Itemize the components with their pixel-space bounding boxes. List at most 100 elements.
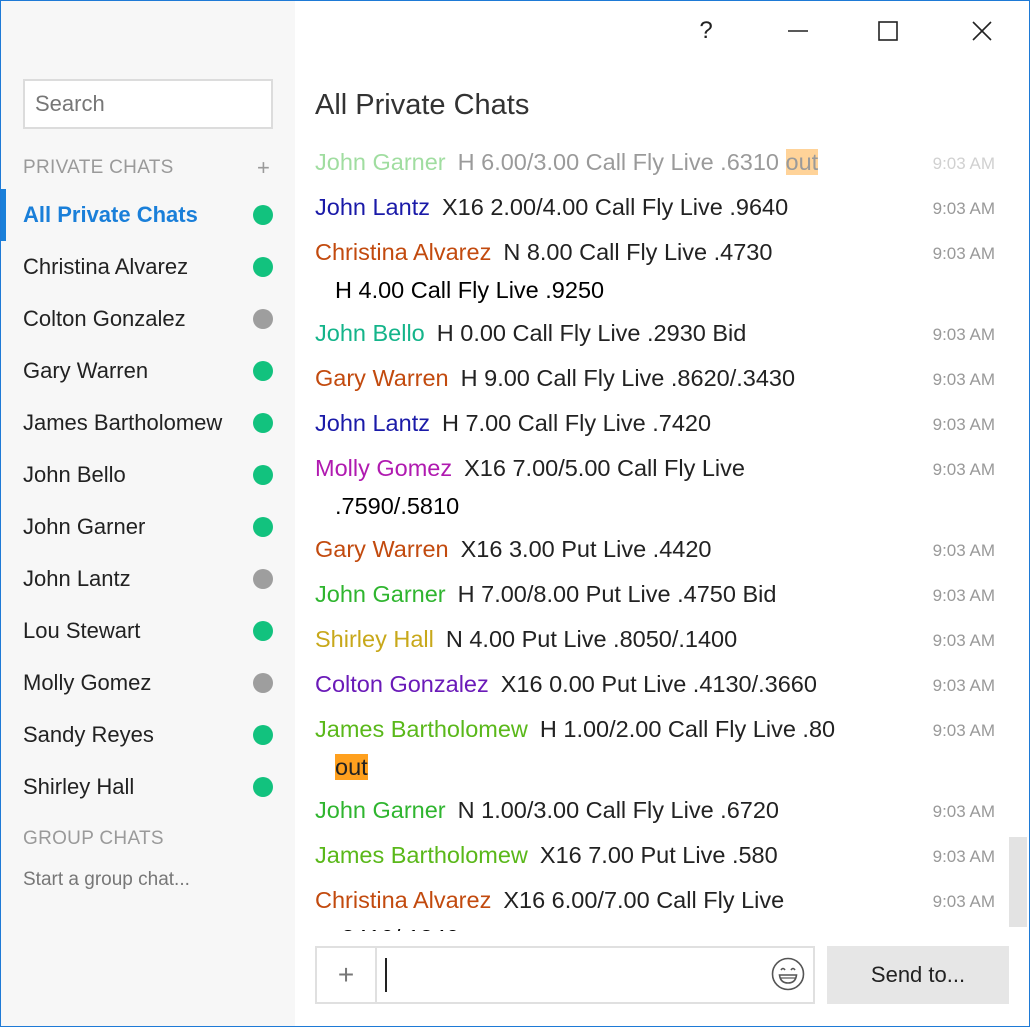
contact-name: Sandy Reyes (23, 722, 154, 747)
message-body: Christina Alvarez X16 6.00/7.00 Call Fly … (315, 881, 921, 931)
contact-name: John Bello (23, 462, 126, 487)
scrollbar-thumb[interactable] (1009, 837, 1027, 927)
message-sender[interactable]: James Bartholomew (315, 716, 528, 742)
search-input[interactable] (25, 81, 271, 127)
message-sender[interactable]: John Garner (315, 581, 446, 607)
contact-item[interactable]: Gary Warren (1, 345, 295, 397)
maximize-icon (878, 21, 898, 41)
message-body: Gary Warren H 9.00 Call Fly Live .8620/.3… (315, 359, 921, 397)
message-text-continued: .7590/.5810 (335, 493, 460, 519)
contact-item[interactable]: John Bello (1, 449, 295, 501)
message-text: N 4.00 Put Live .8050/.1400 (445, 626, 738, 652)
message-list[interactable]: John Garner H 6.00/3.00 Call Fly Live .63… (315, 141, 995, 931)
message-body: John Bello H 0.00 Call Fly Live .2930 Bid (315, 314, 921, 352)
emoji-icon[interactable] (771, 957, 805, 991)
contact-name: Gary Warren (23, 358, 149, 383)
start-group-chat-link[interactable]: Start a group chat... (23, 869, 190, 891)
close-button[interactable] (957, 11, 1007, 51)
message-row: Gary Warren H 9.00 Call Fly Live .8620/.3… (315, 357, 995, 402)
message-composer[interactable]: + (315, 946, 815, 1004)
message-timestamp: 9:03 AM (932, 721, 995, 740)
message-sender[interactable]: John Garner (315, 797, 446, 823)
message-sender[interactable]: Gary Warren (315, 365, 449, 391)
message-sender[interactable]: Colton Gonzalez (315, 671, 489, 697)
page-title: All Private Chats (315, 89, 530, 121)
contact-item[interactable]: Sandy Reyes (1, 709, 295, 761)
message-row: James Bartholomew H 1.00/2.00 Call Fly Li… (315, 708, 995, 789)
message-body: John Lantz H 7.00 Call Fly Live .7420 (315, 404, 921, 442)
contact-list: All Private Chats Christina Alvarez Colton… (1, 189, 295, 813)
status-dot-icon (253, 569, 273, 589)
message-text: H 9.00 Call Fly Live .8620/.3430 (460, 365, 796, 391)
message-text-continued: H 4.00 Call Fly Live .9250 (335, 277, 605, 303)
message-text: H 0.00 Call Fly Live .2930 Bid (436, 320, 747, 346)
help-button[interactable]: ? (681, 11, 731, 51)
message-timestamp: 9:03 AM (932, 541, 995, 560)
message-row: John Lantz H 7.00 Call Fly Live .7420 9:03… (315, 402, 995, 447)
contact-item[interactable]: All Private Chats (1, 189, 295, 241)
message-row: John Bello H 0.00 Call Fly Live .2930 Bid… (315, 312, 995, 357)
contact-item[interactable]: Shirley Hall (1, 761, 295, 813)
contact-item[interactable]: Lou Stewart (1, 605, 295, 657)
keyword-highlight: out (335, 754, 368, 780)
message-sender[interactable]: John Garner (315, 149, 446, 175)
status-dot-icon (253, 205, 273, 225)
message-timestamp: 9:03 AM (932, 460, 995, 479)
message-body: Colton Gonzalez X16 0.00 Put Live .4130/.… (315, 665, 921, 703)
text-cursor (385, 958, 387, 992)
message-row: John Lantz X16 2.00/4.00 Call Fly Live .9… (315, 186, 995, 231)
contact-name: Colton Gonzalez (23, 306, 186, 331)
message-sender[interactable]: John Lantz (315, 194, 430, 220)
message-text: X16 3.00 Put Live .4420 (460, 536, 712, 562)
message-sender[interactable]: Shirley Hall (315, 626, 434, 652)
message-sender[interactable]: Christina Alvarez (315, 887, 491, 913)
message-sender[interactable]: James Bartholomew (315, 842, 528, 868)
message-body: John Garner H 6.00/3.00 Call Fly Live .63… (315, 143, 921, 181)
contact-item[interactable]: John Lantz (1, 553, 295, 605)
contact-item[interactable]: James Bartholomew (1, 397, 295, 449)
message-body: James Bartholomew H 1.00/2.00 Call Fly Li… (315, 710, 921, 786)
message-text: N 1.00/3.00 Call Fly Live .6720 (457, 797, 779, 823)
message-text: N 8.00 Call Fly Live .4730 (503, 239, 773, 265)
message-sender[interactable]: John Bello (315, 320, 425, 346)
contact-item[interactable]: Christina Alvarez (1, 241, 295, 293)
sidebar: PRIVATE CHATS + All Private Chats Christi… (1, 1, 295, 1026)
message-text-continued: .3410/.1340 (315, 919, 909, 931)
message-sender[interactable]: John Lantz (315, 410, 430, 436)
minimize-icon (788, 30, 808, 32)
contact-name: Shirley Hall (23, 774, 135, 799)
message-row: James Bartholomew X16 7.00 Put Live .580 9… (315, 834, 995, 879)
message-row: Christina Alvarez N 8.00 Call Fly Live .4… (315, 231, 995, 312)
send-to-button[interactable]: Send to... (827, 946, 1009, 1004)
contact-item[interactable]: Molly Gomez (1, 657, 295, 709)
status-dot-icon (253, 413, 273, 433)
message-timestamp: 9:03 AM (932, 370, 995, 389)
message-text: H 1.00/2.00 Call Fly Live .80 (539, 716, 836, 742)
message-timestamp: 9:03 AM (932, 892, 995, 911)
maximize-button[interactable] (863, 11, 913, 51)
status-dot-icon (253, 673, 273, 693)
message-sender[interactable]: Christina Alvarez (315, 239, 491, 265)
message-text: X16 7.00 Put Live .580 (539, 842, 778, 868)
message-timestamp: 9:03 AM (932, 586, 995, 605)
message-row: John Garner H 7.00/8.00 Put Live .4750 Bi… (315, 573, 995, 618)
contact-item[interactable]: Colton Gonzalez (1, 293, 295, 345)
contact-item[interactable]: John Garner (1, 501, 295, 553)
attach-button[interactable]: + (317, 948, 377, 1002)
message-row: Gary Warren X16 3.00 Put Live .4420 9:03 A… (315, 528, 995, 573)
message-sender[interactable]: Molly Gomez (315, 455, 452, 481)
message-text: H 6.00/3.00 Call Fly Live .6310 (457, 149, 779, 175)
message-timestamp: 9:03 AM (932, 676, 995, 695)
message-sender[interactable]: Gary Warren (315, 536, 449, 562)
message-row: Molly Gomez X16 7.00/5.00 Call Fly Live .7… (315, 447, 995, 528)
message-timestamp: 9:03 AM (932, 199, 995, 218)
group-chats-header: GROUP CHATS (23, 828, 164, 849)
add-private-chat-button[interactable]: + (257, 157, 270, 179)
message-body: Shirley Hall N 4.00 Put Live .8050/.1400 (315, 620, 921, 658)
message-text: X16 6.00/7.00 Call Fly Live (503, 887, 785, 913)
contact-name: Christina Alvarez (23, 254, 189, 279)
message-timestamp: 9:03 AM (932, 631, 995, 650)
search-box[interactable] (23, 79, 273, 129)
message-body: John Garner N 1.00/3.00 Call Fly Live .67… (315, 791, 921, 829)
minimize-button[interactable] (773, 11, 823, 51)
